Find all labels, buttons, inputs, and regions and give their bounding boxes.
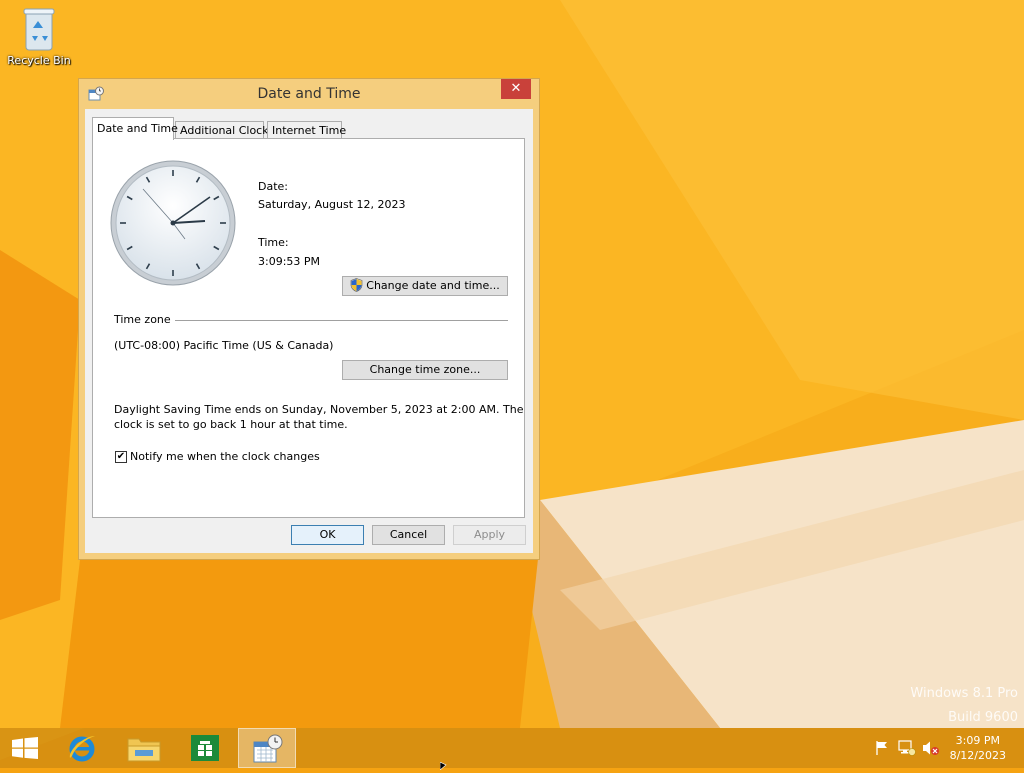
checkmark-icon: ✔	[116, 451, 126, 462]
notify-clock-change-label[interactable]: Notify me when the clock changes	[130, 450, 320, 463]
store-icon	[190, 734, 220, 765]
start-button[interactable]	[0, 728, 50, 768]
taskbar-date-and-time[interactable]	[238, 728, 296, 768]
time-label: Time:	[258, 236, 289, 249]
taskbar-clock[interactable]: 3:09 PM 8/12/2023	[950, 733, 1006, 763]
tab-internet-time[interactable]: Internet Time	[267, 121, 346, 139]
action-center-flag-icon[interactable]	[874, 740, 890, 759]
taskbar-store[interactable]	[178, 728, 234, 768]
tab-additional-clocks[interactable]: Additional Clocks	[175, 121, 274, 139]
clock-date: 8/12/2023	[949, 749, 1006, 762]
uac-shield-icon	[350, 278, 363, 298]
taskbar: 3:09 PM 8/12/2023	[0, 728, 1024, 768]
dst-info-line-1: Daylight Saving Time ends on Sunday, Nov…	[114, 403, 524, 416]
time-zone-value: (UTC-08:00) Pacific Time (US & Canada)	[114, 339, 334, 352]
dialog-title: Date and Time	[257, 86, 361, 102]
windows-logo-icon	[12, 737, 38, 762]
time-zone-divider	[175, 320, 508, 321]
change-date-and-time-button[interactable]: Change date and time...	[342, 276, 508, 296]
volume-muted-icon[interactable]	[922, 740, 940, 759]
dst-info-line-2: clock is set to go back 1 hour at that t…	[114, 418, 348, 431]
recycle-bin-icon	[22, 6, 56, 54]
dialog-client-area: Date and Time Additional Clocks Internet…	[85, 109, 533, 553]
internet-explorer-icon	[66, 732, 98, 767]
time-value: 3:09:53 PM	[258, 255, 321, 268]
change-time-zone-button[interactable]: Change time zone...	[342, 360, 508, 380]
taskbar-internet-explorer[interactable]	[54, 728, 110, 768]
calendar-clock-icon	[252, 733, 284, 768]
taskbar-file-explorer[interactable]	[116, 728, 172, 768]
notify-clock-change-checkbox[interactable]: ✔	[115, 451, 127, 463]
ok-button[interactable]: OK	[291, 525, 364, 545]
date-and-time-tab-panel: Date: Saturday, August 12, 2023 Time: 3:…	[92, 138, 525, 518]
tab-date-and-time[interactable]: Date and Time	[92, 117, 178, 140]
mouse-cursor-icon	[439, 760, 450, 773]
close-icon: ✕	[510, 81, 522, 96]
date-and-time-dialog: Date and Time ✕ Date and Time Additional…	[78, 78, 540, 560]
time-zone-header: Time zone	[114, 313, 171, 326]
clock-time: 3:09 PM	[955, 734, 1000, 747]
folder-icon	[127, 734, 161, 765]
date-label: Date:	[258, 180, 288, 193]
recycle-bin-desktop-icon[interactable]: Recycle Bin	[6, 6, 72, 67]
cancel-button[interactable]: Cancel	[372, 525, 445, 545]
close-button[interactable]: ✕	[501, 79, 531, 99]
change-date-and-time-label: Change date and time...	[366, 279, 500, 292]
network-icon[interactable]	[898, 740, 916, 759]
recycle-bin-label: Recycle Bin	[7, 54, 71, 67]
analog-clock	[109, 159, 237, 290]
windows-build-watermark: Build 9600	[948, 710, 1018, 725]
dialog-titlebar[interactable]: Date and Time ✕	[79, 79, 539, 109]
apply-button[interactable]: Apply	[453, 525, 526, 545]
date-value: Saturday, August 12, 2023	[258, 198, 406, 211]
windows-version-watermark: Windows 8.1 Pro	[910, 686, 1018, 701]
